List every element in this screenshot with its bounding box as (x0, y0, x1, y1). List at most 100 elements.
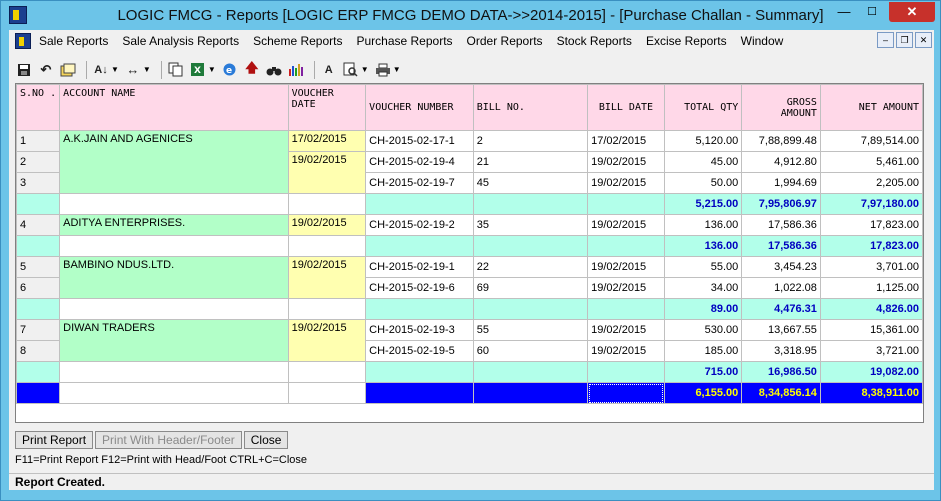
cell-voucher-number[interactable]: CH-2015-02-19-3 (365, 319, 474, 341)
col-header-gross-amount[interactable]: GROSS AMOUNT (741, 84, 821, 131)
menu-item-purchase-reports[interactable]: Purchase Reports (356, 34, 452, 48)
cell-voucher-date[interactable] (287, 193, 367, 215)
subtotal-gross[interactable]: 17,586.36 (741, 235, 821, 257)
cell-net-amount[interactable]: 15,361.00 (819, 319, 923, 341)
cell-voucher-date[interactable] (287, 235, 367, 257)
cell-bill-date[interactable]: 19/02/2015 (587, 214, 665, 236)
cell-bill-no[interactable]: 55 (472, 319, 589, 341)
cell-sno[interactable]: 7 (16, 319, 61, 341)
grand-total-qty[interactable]: 6,155.00 (663, 382, 743, 404)
subtotal-net[interactable]: 4,826.00 (819, 298, 923, 320)
maximize-button[interactable]: ☐ (859, 2, 885, 22)
cell-account[interactable] (59, 235, 289, 257)
cell-bill-no[interactable]: 35 (472, 214, 589, 236)
cell-net-amount[interactable]: 3,701.00 (819, 256, 923, 278)
cell-bill-no[interactable]: 22 (472, 256, 589, 278)
cell-sno[interactable]: 5 (16, 256, 61, 278)
subtotal-qty[interactable]: 89.00 (663, 298, 743, 320)
close-button[interactable]: Close (243, 431, 289, 449)
cell-account[interactable] (59, 361, 289, 383)
cell-bill-no[interactable]: 21 (472, 151, 589, 173)
cell-voucher-number[interactable]: CH-2015-02-19-4 (365, 151, 474, 173)
cell-bill-date[interactable]: 19/02/2015 (587, 256, 665, 278)
cell-total-qty[interactable]: 185.00 (663, 340, 743, 362)
cell-gross-amount[interactable]: 3,318.95 (741, 340, 821, 362)
cell-net-amount[interactable]: 2,205.00 (819, 172, 923, 194)
cell-account[interactable]: DIWAN TRADERS (59, 319, 289, 362)
col-header-net-amount[interactable]: NET AMOUNT (819, 84, 923, 131)
cell-total-qty[interactable]: 530.00 (663, 319, 743, 341)
cell-bill-date[interactable] (587, 298, 665, 320)
cell-voucher-date[interactable] (287, 298, 367, 320)
menu-item-scheme-reports[interactable]: Scheme Reports (253, 34, 342, 48)
cell-sno[interactable]: 2 (16, 151, 61, 173)
sort-dropdown-icon[interactable]: ▼ (111, 65, 119, 74)
subtotal-row[interactable]: 89.00 4,476.31 4,826.00 (16, 298, 923, 320)
export-dropdown-icon[interactable]: ▼ (208, 65, 216, 74)
subtotal-row[interactable]: 5,215.00 7,95,806.97 7,97,180.00 (16, 193, 923, 215)
cell-gross-amount[interactable]: 4,912.80 (741, 151, 821, 173)
cell-voucher-date[interactable] (287, 382, 367, 404)
cell-bill-no[interactable]: 69 (472, 277, 589, 299)
column-width-icon[interactable]: ↔ (124, 61, 142, 79)
print-dropdown-icon[interactable]: ▼ (393, 65, 401, 74)
child-window-icon[interactable] (15, 33, 31, 49)
cell-bill-no[interactable] (472, 235, 589, 257)
cell-voucher-number[interactable]: CH-2015-02-19-2 (365, 214, 474, 236)
mdi-close-button[interactable]: ✕ (915, 32, 932, 48)
cell-account[interactable]: A.K.JAIN AND AGENICES (59, 130, 289, 194)
cell-voucher-date[interactable] (287, 361, 367, 383)
cell-voucher-date[interactable]: 19/02/2015 (287, 256, 367, 299)
cell-sno[interactable] (16, 298, 61, 320)
font-icon[interactable]: A (320, 61, 338, 79)
cell-bill-date[interactable]: 19/02/2015 (587, 319, 665, 341)
print-preview-icon[interactable] (342, 61, 360, 79)
cell-bill-no[interactable] (472, 193, 589, 215)
subtotal-row[interactable]: 715.00 16,986.50 19,082.00 (16, 361, 923, 383)
cell-voucher-date[interactable]: 17/02/2015 (287, 130, 367, 152)
subtotal-qty[interactable]: 715.00 (663, 361, 743, 383)
subtotal-gross[interactable]: 7,95,806.97 (741, 193, 821, 215)
table-row[interactable]: 5 BAMBINO NDUS.LTD. 19/02/2015 CH-2015-02-1… (16, 256, 923, 299)
cell-total-qty[interactable]: 50.00 (663, 172, 743, 194)
preview-dropdown-icon[interactable]: ▼ (361, 65, 369, 74)
col-header-voucher-number[interactable]: VOUCHER NUMBER (365, 84, 474, 131)
cell-sno[interactable] (16, 193, 61, 215)
refresh-report-icon[interactable] (59, 61, 77, 79)
col-header-bill-date[interactable]: BILL DATE (587, 84, 665, 131)
cell-gross-amount[interactable]: 1,022.08 (741, 277, 821, 299)
mdi-restore-button[interactable]: ❐ (896, 32, 913, 48)
cell-total-qty[interactable]: 55.00 (663, 256, 743, 278)
menu-item-excise-reports[interactable]: Excise Reports (646, 34, 727, 48)
subtotal-qty[interactable]: 136.00 (663, 235, 743, 257)
cell-sno[interactable]: 1 (16, 130, 61, 152)
cell-sno[interactable] (16, 235, 61, 257)
cell-total-qty[interactable]: 34.00 (663, 277, 743, 299)
cell-bill-date[interactable] (587, 235, 665, 257)
cell-sno[interactable]: 3 (16, 172, 61, 194)
cell-sno[interactable]: 4 (16, 214, 61, 236)
copy-icon[interactable] (167, 61, 185, 79)
cell-total-qty[interactable]: 5,120.00 (663, 130, 743, 152)
close-window-button[interactable]: ✕ (889, 2, 935, 22)
cell-voucher-number[interactable] (365, 235, 474, 257)
subtotal-gross[interactable]: 4,476.31 (741, 298, 821, 320)
cell-bill-date[interactable] (587, 382, 665, 404)
cell-gross-amount[interactable]: 13,667.55 (741, 319, 821, 341)
find-icon[interactable] (265, 61, 283, 79)
cell-bill-date[interactable]: 19/02/2015 (587, 277, 665, 299)
cell-total-qty[interactable]: 136.00 (663, 214, 743, 236)
grand-total-gross[interactable]: 8,34,856.14 (741, 382, 821, 404)
menu-item-stock-reports[interactable]: Stock Reports (557, 34, 632, 48)
print-header-footer-button[interactable]: Print With Header/Footer (95, 431, 242, 449)
cell-bill-date[interactable]: 19/02/2015 (587, 172, 665, 194)
cell-gross-amount[interactable]: 17,586.36 (741, 214, 821, 236)
cell-bill-no[interactable] (472, 298, 589, 320)
cell-bill-no[interactable]: 2 (472, 130, 589, 152)
cell-voucher-date[interactable]: 19/02/2015 (287, 151, 367, 194)
subtotal-qty[interactable]: 5,215.00 (663, 193, 743, 215)
cell-bill-date[interactable]: 17/02/2015 (587, 130, 665, 152)
col-header-voucher-date[interactable]: VOUCHER DATE (287, 84, 367, 131)
cell-sno[interactable]: 6 (16, 277, 61, 299)
grand-total-net[interactable]: 8,38,911.00 (819, 382, 923, 404)
